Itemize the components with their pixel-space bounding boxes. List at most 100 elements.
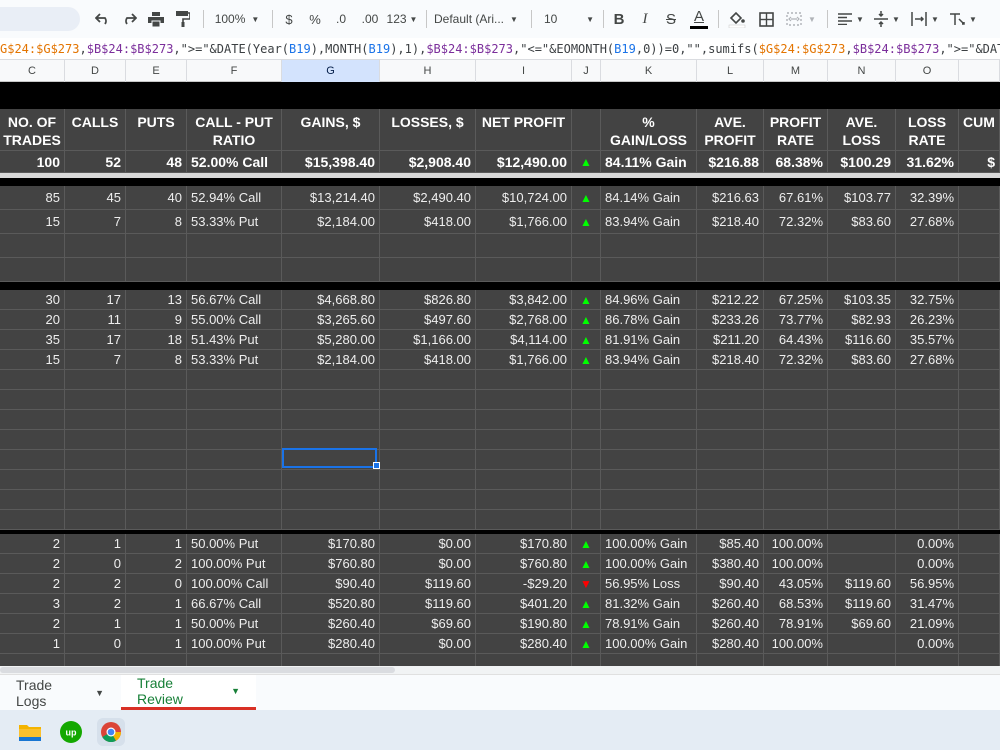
cell-calls[interactable]: 1 [65, 614, 126, 634]
borders-icon[interactable] [755, 0, 777, 38]
cell-ave-profit[interactable] [697, 370, 764, 390]
formula-bar[interactable]: G$24:$G$273,$B$24:$B$273,">="&DATE(Year(… [0, 38, 1000, 60]
cell-calls[interactable]: 2 [65, 594, 126, 614]
cell-net[interactable]: $1,766.00 [476, 210, 572, 234]
undo-icon[interactable] [92, 0, 114, 38]
cell-net[interactable]: $12,490.00 [476, 151, 572, 173]
cell-ratio[interactable]: 50.00% Put [187, 534, 282, 554]
cell-net[interactable]: $1,766.00 [476, 350, 572, 370]
cell-puts[interactable] [126, 450, 187, 470]
cell-gains[interactable] [282, 390, 380, 410]
cell-net[interactable]: $10,724.00 [476, 186, 572, 210]
cell-ratio[interactable] [187, 390, 282, 410]
cell-ave-profit[interactable] [697, 390, 764, 410]
cell-dir[interactable] [572, 410, 601, 430]
cell-ave-loss[interactable]: $119.60 [828, 574, 896, 594]
cell-puts[interactable]: 1 [126, 614, 187, 634]
cell-profit-rate[interactable]: 78.91% [764, 614, 828, 634]
column-header-c[interactable]: C [0, 60, 65, 82]
cell-profit-rate[interactable] [764, 510, 828, 530]
cell-cum[interactable] [959, 430, 1000, 450]
text-color-button[interactable]: A [688, 0, 710, 38]
cell-dir[interactable]: ▲ [572, 330, 601, 350]
cell-net[interactable] [476, 490, 572, 510]
tab-trade-review[interactable]: Trade Review ▼ [121, 675, 256, 710]
cell-pct[interactable]: 83.94% Gain [601, 350, 697, 370]
cell-puts[interactable] [126, 470, 187, 490]
horizontal-scrollbar[interactable] [0, 666, 1000, 674]
cell-dir[interactable] [572, 390, 601, 410]
cell-net[interactable] [476, 370, 572, 390]
cell-losses[interactable]: $2,490.40 [380, 186, 476, 210]
cell-losses[interactable] [380, 450, 476, 470]
cell-ratio[interactable]: 53.33% Put [187, 350, 282, 370]
cell-puts[interactable]: 1 [126, 634, 187, 654]
cell-ave-loss[interactable] [828, 534, 896, 554]
cell-cum[interactable] [959, 574, 1000, 594]
cell-loss-rate[interactable]: 21.09% [896, 614, 959, 634]
cell-pct[interactable] [601, 654, 697, 666]
cell-profit-rate[interactable] [764, 410, 828, 430]
cell-gains[interactable] [282, 430, 380, 450]
tab-trade-logs[interactable]: Trade Logs ▼ [0, 675, 120, 710]
cell-cum[interactable] [959, 594, 1000, 614]
vertical-align-icon[interactable]: ▼ [870, 0, 904, 38]
cell-losses[interactable]: $1,166.00 [380, 330, 476, 350]
cell-loss-rate[interactable] [896, 410, 959, 430]
cell-gains[interactable]: $520.80 [282, 594, 380, 614]
cell-ave-profit[interactable]: $260.40 [697, 614, 764, 634]
column-header-d[interactable]: D [65, 60, 126, 82]
cell-cum[interactable] [959, 370, 1000, 390]
cell-trades[interactable]: 2 [0, 574, 65, 594]
cell-ave-profit[interactable] [697, 234, 764, 258]
cell-ave-loss[interactable] [828, 470, 896, 490]
cell-ratio[interactable] [187, 450, 282, 470]
cell-trades[interactable]: 30 [0, 290, 65, 310]
cell-calls[interactable] [65, 410, 126, 430]
cell-losses[interactable] [380, 470, 476, 490]
column-header-overflow[interactable] [959, 60, 1000, 82]
cell-cum[interactable] [959, 654, 1000, 666]
cell-loss-rate[interactable]: 27.68% [896, 210, 959, 234]
cell-cum[interactable] [959, 410, 1000, 430]
cell-dir[interactable]: ▲ [572, 594, 601, 614]
cell-cum[interactable] [959, 490, 1000, 510]
cell-net[interactable]: $280.40 [476, 634, 572, 654]
cell-trades[interactable]: 20 [0, 310, 65, 330]
cell-calls[interactable]: 0 [65, 634, 126, 654]
cell-trades[interactable]: 3 [0, 594, 65, 614]
cell-dir[interactable] [572, 510, 601, 530]
cell-ratio[interactable]: 100.00% Call [187, 574, 282, 594]
cell-profit-rate[interactable]: 100.00% [764, 634, 828, 654]
strikethrough-button[interactable]: S [661, 0, 681, 38]
cell-calls[interactable]: 7 [65, 350, 126, 370]
column-header-h[interactable]: H [380, 60, 476, 82]
text-wrap-icon[interactable]: ▼ [908, 0, 942, 38]
cell-puts[interactable] [126, 490, 187, 510]
text-rotate-icon[interactable]: ▼ [946, 0, 980, 38]
cell-trades[interactable] [0, 410, 65, 430]
cell-ave-profit[interactable]: $218.40 [697, 210, 764, 234]
cell-gains[interactable] [282, 490, 380, 510]
cell-gains[interactable] [282, 510, 380, 530]
cell-gains[interactable] [282, 370, 380, 390]
cell-puts[interactable] [126, 258, 187, 282]
cell-net[interactable] [476, 258, 572, 282]
cell-puts[interactable] [126, 654, 187, 666]
cell-gains[interactable]: $760.80 [282, 554, 380, 574]
cell-puts[interactable] [126, 430, 187, 450]
cell-pct[interactable] [601, 234, 697, 258]
cell-ratio[interactable] [187, 654, 282, 666]
chrome-icon[interactable] [97, 718, 125, 746]
decrease-decimals-button[interactable]: .0 [330, 0, 352, 38]
cell-calls[interactable]: 2 [65, 574, 126, 594]
cell-puts[interactable]: 9 [126, 310, 187, 330]
column-header-j[interactable]: J [572, 60, 601, 82]
cell-profit-rate[interactable] [764, 390, 828, 410]
cell-calls[interactable]: 52 [65, 151, 126, 173]
increase-decimals-button[interactable]: .00 [357, 0, 383, 38]
cell-gains[interactable] [282, 234, 380, 258]
cell-losses[interactable]: $119.60 [380, 594, 476, 614]
cell-pct[interactable] [601, 258, 697, 282]
cell-puts[interactable]: 2 [126, 554, 187, 574]
